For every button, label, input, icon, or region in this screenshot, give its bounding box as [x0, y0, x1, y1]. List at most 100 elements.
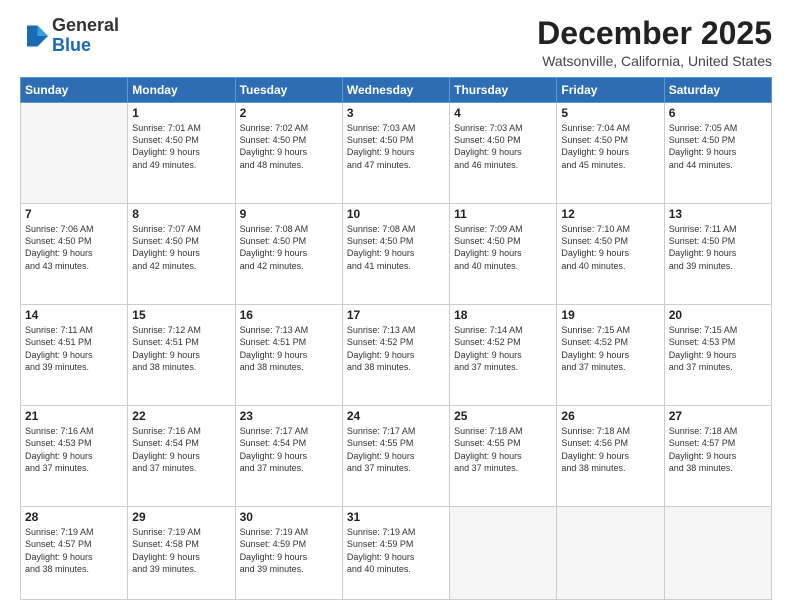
day-cell: 3Sunrise: 7:03 AM Sunset: 4:50 PM Daylig…: [342, 103, 449, 204]
weekday-header-friday: Friday: [557, 78, 664, 103]
day-number: 20: [669, 308, 767, 322]
day-number: 29: [132, 510, 230, 524]
day-info: Sunrise: 7:18 AM Sunset: 4:57 PM Dayligh…: [669, 425, 767, 474]
day-info: Sunrise: 7:04 AM Sunset: 4:50 PM Dayligh…: [561, 122, 659, 171]
day-number: 12: [561, 207, 659, 221]
day-number: 2: [240, 106, 338, 120]
day-cell: 22 Sunrise: 7:16 AM Sunset: 4:54 PM Dayli…: [128, 406, 235, 507]
day-cell: 19Sunrise: 7:15 AM Sunset: 4:52 PM Dayli…: [557, 305, 664, 406]
day-cell: 27 Sunrise: 7:18 AM Sunset: 4:57 PM Dayli…: [664, 406, 771, 507]
logo-blue-text: Blue: [52, 35, 91, 55]
day-number: 23: [240, 409, 338, 423]
day-cell: [664, 507, 771, 600]
day-info: Sunrise: 7:05 AM Sunset: 4:50 PM Dayligh…: [669, 122, 767, 171]
day-info: Sunrise: 7:09 AM Sunset: 4:50 PM Dayligh…: [454, 223, 552, 272]
day-info: Sunrise: 7:06 AM Sunset: 4:50 PM Dayligh…: [25, 223, 123, 272]
weekday-header-sunday: Sunday: [21, 78, 128, 103]
day-info: Sunrise: 7:08 AM Sunset: 4:50 PM Dayligh…: [240, 223, 338, 272]
day-cell: 11Sunrise: 7:09 AM Sunset: 4:50 PM Dayli…: [450, 204, 557, 305]
weekday-header-monday: Monday: [128, 78, 235, 103]
weekday-header-thursday: Thursday: [450, 78, 557, 103]
day-info: Sunrise: 7:15 AM Sunset: 4:53 PM Dayligh…: [669, 324, 767, 373]
weekday-header-saturday: Saturday: [664, 78, 771, 103]
day-cell: 5 Sunrise: 7:04 AM Sunset: 4:50 PM Daylig…: [557, 103, 664, 204]
day-number: 13: [669, 207, 767, 221]
day-number: 6: [669, 106, 767, 120]
day-info: Sunrise: 7:18 AM Sunset: 4:56 PM Dayligh…: [561, 425, 659, 474]
month-title: December 2025: [537, 16, 772, 51]
header: General Blue December 2025 Watsonville, …: [20, 16, 772, 69]
day-cell: 26 Sunrise: 7:18 AM Sunset: 4:56 PM Dayli…: [557, 406, 664, 507]
week-row-2: 7 Sunrise: 7:06 AM Sunset: 4:50 PM Daylig…: [21, 204, 772, 305]
day-number: 10: [347, 207, 445, 221]
day-cell: [557, 507, 664, 600]
day-number: 31: [347, 510, 445, 524]
logo-text: General Blue: [52, 16, 119, 56]
day-number: 22: [132, 409, 230, 423]
location: Watsonville, California, United States: [537, 53, 772, 69]
logo: General Blue: [20, 16, 119, 56]
day-number: 8: [132, 207, 230, 221]
day-number: 30: [240, 510, 338, 524]
day-info: Sunrise: 7:15 AM Sunset: 4:52 PM Dayligh…: [561, 324, 659, 373]
week-row-1: 1Sunrise: 7:01 AM Sunset: 4:50 PM Daylig…: [21, 103, 772, 204]
day-number: 16: [240, 308, 338, 322]
day-info: Sunrise: 7:14 AM Sunset: 4:52 PM Dayligh…: [454, 324, 552, 373]
day-info: Sunrise: 7:01 AM Sunset: 4:50 PM Dayligh…: [132, 122, 230, 171]
weekday-header-wednesday: Wednesday: [342, 78, 449, 103]
day-cell: 18 Sunrise: 7:14 AM Sunset: 4:52 PM Dayli…: [450, 305, 557, 406]
day-cell: 17 Sunrise: 7:13 AM Sunset: 4:52 PM Dayli…: [342, 305, 449, 406]
day-info: Sunrise: 7:08 AM Sunset: 4:50 PM Dayligh…: [347, 223, 445, 272]
day-info: Sunrise: 7:12 AM Sunset: 4:51 PM Dayligh…: [132, 324, 230, 373]
day-info: Sunrise: 7:13 AM Sunset: 4:51 PM Dayligh…: [240, 324, 338, 373]
day-cell: 7 Sunrise: 7:06 AM Sunset: 4:50 PM Daylig…: [21, 204, 128, 305]
day-cell: 16 Sunrise: 7:13 AM Sunset: 4:51 PM Dayli…: [235, 305, 342, 406]
day-number: 15: [132, 308, 230, 322]
day-cell: 12Sunrise: 7:10 AM Sunset: 4:50 PM Dayli…: [557, 204, 664, 305]
day-info: Sunrise: 7:18 AM Sunset: 4:55 PM Dayligh…: [454, 425, 552, 474]
title-block: December 2025 Watsonville, California, U…: [537, 16, 772, 69]
day-info: Sunrise: 7:13 AM Sunset: 4:52 PM Dayligh…: [347, 324, 445, 373]
day-number: 7: [25, 207, 123, 221]
day-number: 18: [454, 308, 552, 322]
day-info: Sunrise: 7:03 AM Sunset: 4:50 PM Dayligh…: [454, 122, 552, 171]
day-cell: 30Sunrise: 7:19 AM Sunset: 4:59 PM Dayli…: [235, 507, 342, 600]
day-cell: 6 Sunrise: 7:05 AM Sunset: 4:50 PM Daylig…: [664, 103, 771, 204]
day-cell: 31Sunrise: 7:19 AM Sunset: 4:59 PM Dayli…: [342, 507, 449, 600]
day-number: 26: [561, 409, 659, 423]
week-row-3: 14Sunrise: 7:11 AM Sunset: 4:51 PM Dayli…: [21, 305, 772, 406]
day-info: Sunrise: 7:07 AM Sunset: 4:50 PM Dayligh…: [132, 223, 230, 272]
day-number: 14: [25, 308, 123, 322]
day-cell: 4 Sunrise: 7:03 AM Sunset: 4:50 PM Daylig…: [450, 103, 557, 204]
day-info: Sunrise: 7:02 AM Sunset: 4:50 PM Dayligh…: [240, 122, 338, 171]
day-number: 28: [25, 510, 123, 524]
week-row-4: 21Sunrise: 7:16 AM Sunset: 4:53 PM Dayli…: [21, 406, 772, 507]
calendar-table: SundayMondayTuesdayWednesdayThursdayFrid…: [20, 77, 772, 600]
day-cell: 29 Sunrise: 7:19 AM Sunset: 4:58 PM Dayli…: [128, 507, 235, 600]
day-number: 5: [561, 106, 659, 120]
day-cell: 28 Sunrise: 7:19 AM Sunset: 4:57 PM Dayli…: [21, 507, 128, 600]
day-info: Sunrise: 7:19 AM Sunset: 4:58 PM Dayligh…: [132, 526, 230, 575]
day-info: Sunrise: 7:03 AM Sunset: 4:50 PM Dayligh…: [347, 122, 445, 171]
day-number: 27: [669, 409, 767, 423]
day-cell: 24Sunrise: 7:17 AM Sunset: 4:55 PM Dayli…: [342, 406, 449, 507]
day-cell: [450, 507, 557, 600]
day-number: 17: [347, 308, 445, 322]
day-cell: 15 Sunrise: 7:12 AM Sunset: 4:51 PM Dayli…: [128, 305, 235, 406]
day-cell: 14Sunrise: 7:11 AM Sunset: 4:51 PM Dayli…: [21, 305, 128, 406]
day-info: Sunrise: 7:19 AM Sunset: 4:57 PM Dayligh…: [25, 526, 123, 575]
day-cell: [21, 103, 128, 204]
day-info: Sunrise: 7:16 AM Sunset: 4:53 PM Dayligh…: [25, 425, 123, 474]
weekday-header-row: SundayMondayTuesdayWednesdayThursdayFrid…: [21, 78, 772, 103]
day-number: 25: [454, 409, 552, 423]
day-cell: 8 Sunrise: 7:07 AM Sunset: 4:50 PM Daylig…: [128, 204, 235, 305]
week-row-5: 28 Sunrise: 7:19 AM Sunset: 4:57 PM Dayli…: [21, 507, 772, 600]
day-info: Sunrise: 7:16 AM Sunset: 4:54 PM Dayligh…: [132, 425, 230, 474]
day-info: Sunrise: 7:17 AM Sunset: 4:55 PM Dayligh…: [347, 425, 445, 474]
day-info: Sunrise: 7:17 AM Sunset: 4:54 PM Dayligh…: [240, 425, 338, 474]
day-cell: 13Sunrise: 7:11 AM Sunset: 4:50 PM Dayli…: [664, 204, 771, 305]
day-number: 4: [454, 106, 552, 120]
day-cell: 10 Sunrise: 7:08 AM Sunset: 4:50 PM Dayli…: [342, 204, 449, 305]
logo-general-text: General: [52, 15, 119, 35]
day-cell: 2 Sunrise: 7:02 AM Sunset: 4:50 PM Daylig…: [235, 103, 342, 204]
